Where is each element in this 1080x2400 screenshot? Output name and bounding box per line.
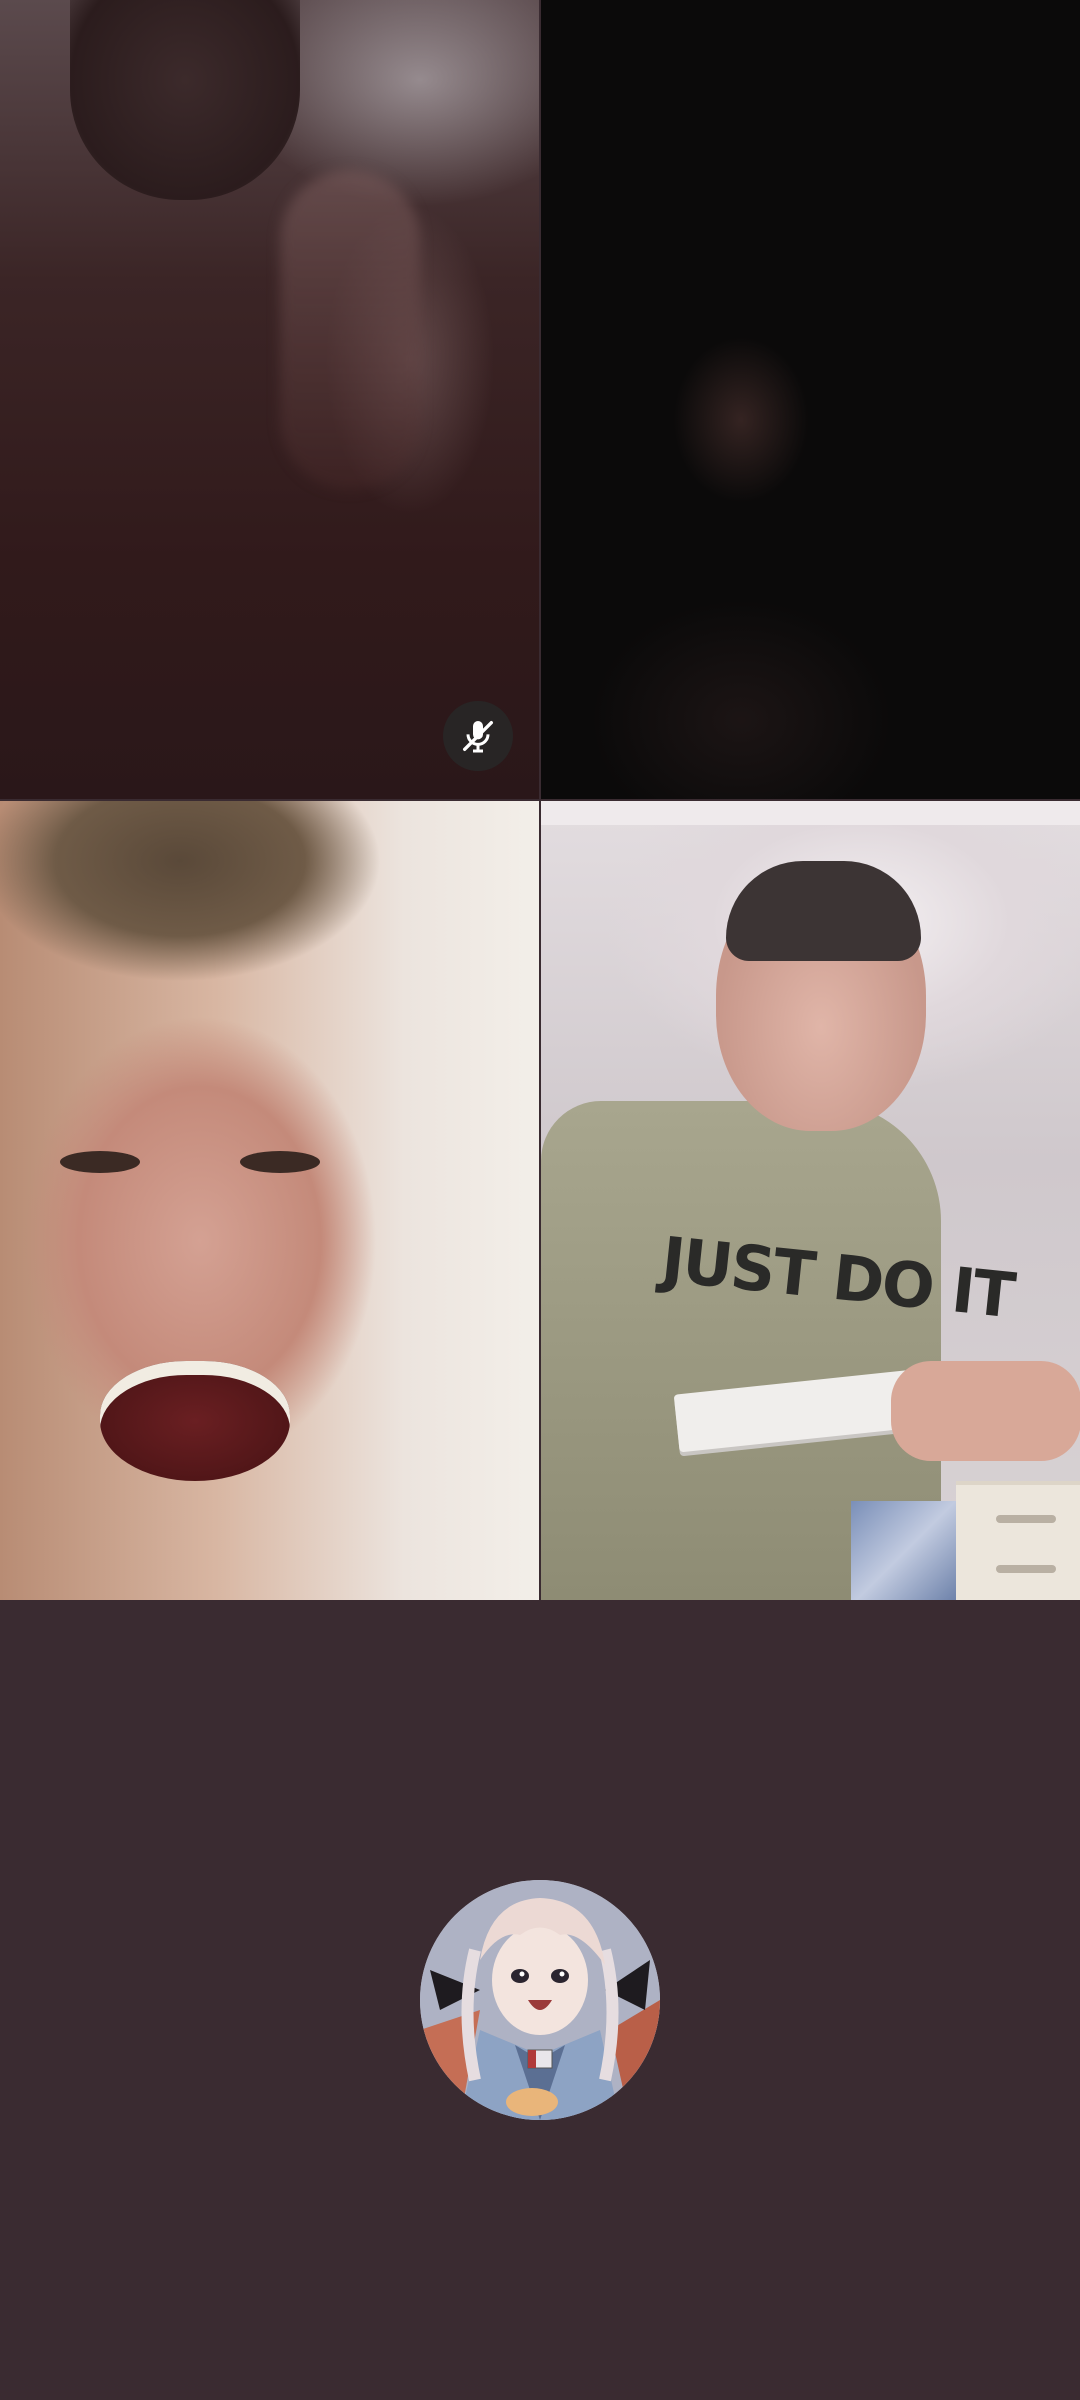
participant-grid: JUST DO IT <box>0 0 1080 1600</box>
participant-1-hand <box>280 170 420 490</box>
participant-4-bed <box>851 1501 961 1600</box>
participant-video-3[interactable] <box>0 801 539 1600</box>
mic-off-icon <box>443 701 513 771</box>
participant-3-eye-right <box>240 1151 320 1173</box>
participant-video-2[interactable] <box>541 0 1080 799</box>
participant-1-figure <box>70 0 300 200</box>
video-call-screen: JUST DO IT <box>0 0 1080 2400</box>
participant-3-mouth <box>100 1361 290 1481</box>
participant-video-4[interactable]: JUST DO IT <box>541 801 1080 1600</box>
participant-video-1[interactable] <box>0 0 539 799</box>
self-view[interactable] <box>0 1600 1080 2400</box>
participant-4-wall <box>541 801 1080 825</box>
anime-avatar-icon <box>420 1880 660 2120</box>
participant-3-eye-left <box>60 1151 140 1173</box>
participant-4-hair <box>726 861 921 961</box>
participant-4-dresser <box>956 1481 1080 1600</box>
participant-4-hands <box>891 1361 1080 1461</box>
